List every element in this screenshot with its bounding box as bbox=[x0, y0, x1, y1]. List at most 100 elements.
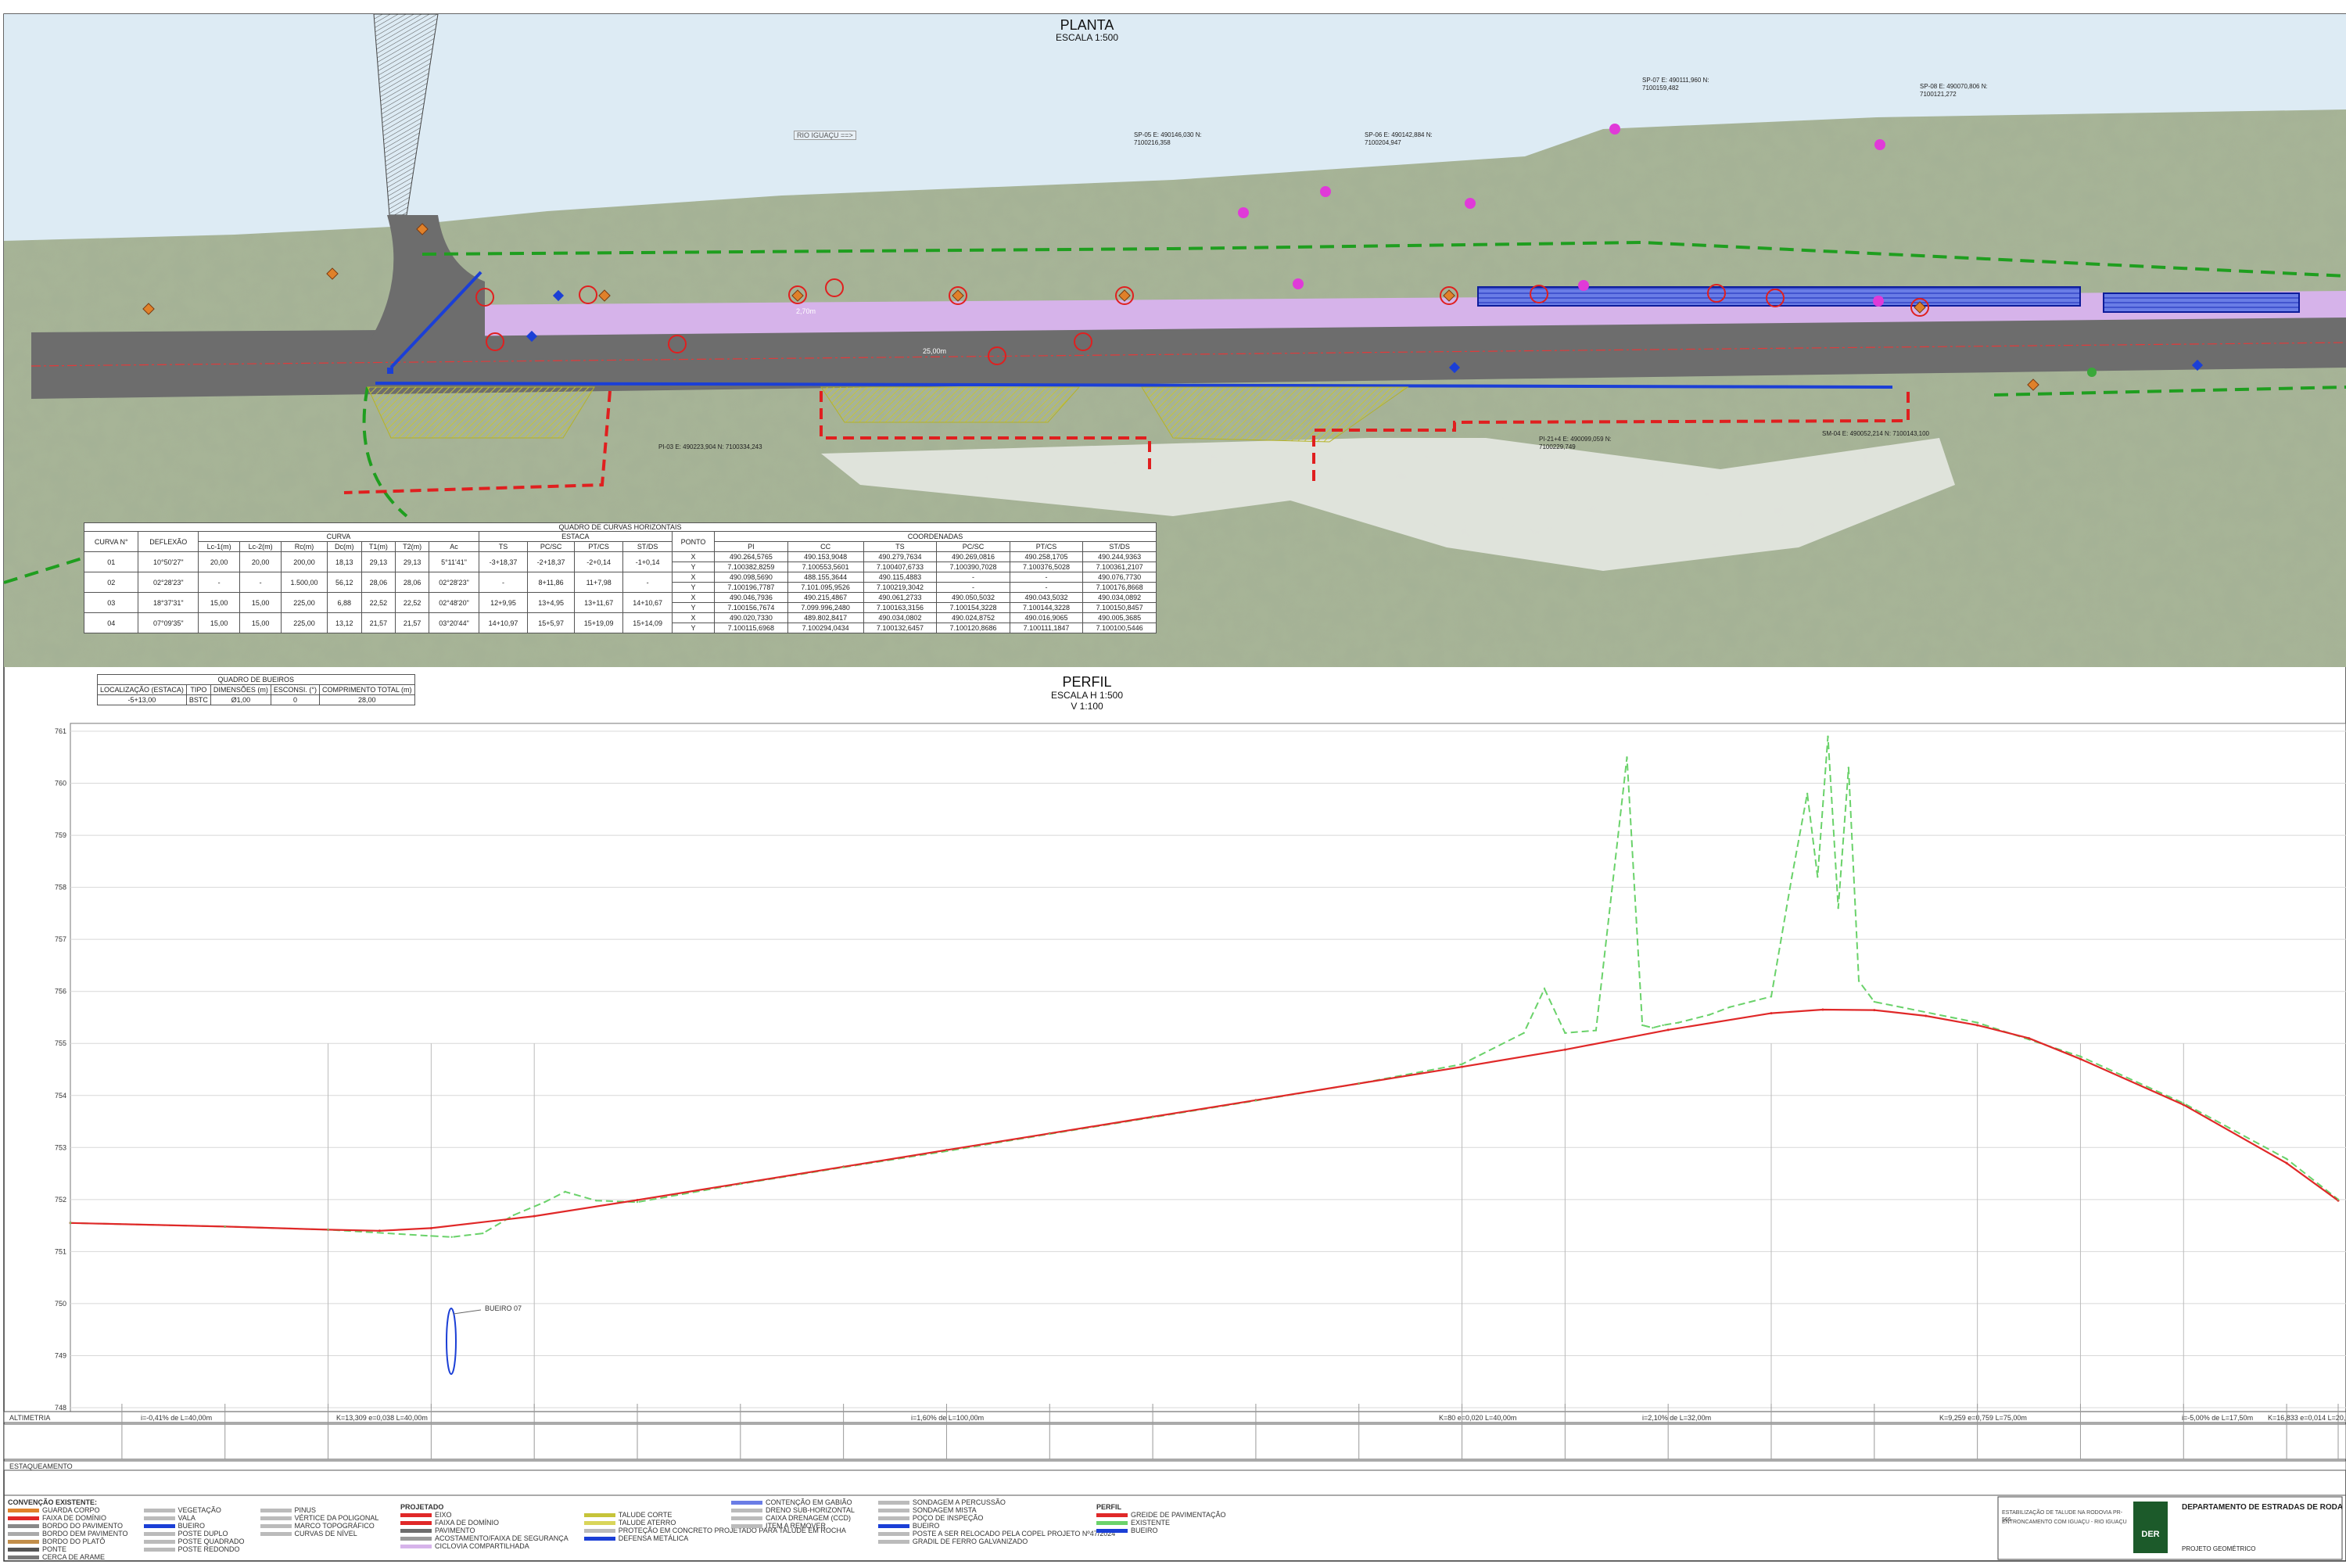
ground-point bbox=[2285, 1157, 2288, 1161]
river-label: RIO IGUAÇU ==> bbox=[794, 131, 856, 140]
altimetry-label: ALTIMETRIA bbox=[9, 1414, 50, 1422]
callout-pi21: PI-21+4 E: 490099,059 N: 7100229,749 bbox=[1539, 436, 1612, 450]
design-point bbox=[1563, 1048, 1566, 1051]
legend-label: ACOSTAMENTO/FAIXA DE SEGURANÇA bbox=[435, 1534, 569, 1542]
culv-dim: Ø1,00 bbox=[210, 694, 271, 705]
table-cell: 490.098,5690 bbox=[714, 572, 788, 583]
legend-label: SONDAGEM MISTA bbox=[912, 1506, 977, 1514]
y-tick-label: 753 bbox=[55, 1143, 66, 1151]
legend-label: POSTE DUPLO bbox=[178, 1530, 228, 1538]
legend-item: MARCO TOPOGRÁFICO bbox=[260, 1522, 379, 1530]
stake-band bbox=[3, 1423, 2346, 1460]
table-cell: 29,13 bbox=[394, 551, 430, 572]
legend-label: BUEIRO bbox=[1131, 1527, 1158, 1534]
table-cell: 03 bbox=[83, 592, 139, 613]
legend-swatch bbox=[143, 1540, 175, 1545]
legend-label: MARCO TOPOGRÁFICO bbox=[294, 1522, 375, 1530]
design-point bbox=[2028, 1037, 2031, 1040]
design-point bbox=[1461, 1065, 1464, 1068]
grade-label: i=2,10% de L=32,00m bbox=[1642, 1414, 1711, 1422]
slope-cut-2 bbox=[820, 386, 1081, 423]
profile-title: PERFIL bbox=[1062, 674, 1112, 690]
legend-item: FAIXA DE DOMÍNIO bbox=[8, 1514, 128, 1522]
table-cell: - bbox=[1009, 582, 1084, 593]
table-cell: 225,00 bbox=[281, 592, 328, 613]
profile-stake-verticals bbox=[328, 1043, 2184, 1408]
legend-item: CAIXA DRENAGEM (CCD) bbox=[731, 1514, 855, 1522]
col-header: PC/SC bbox=[527, 541, 575, 552]
legend-item: BUEIRO bbox=[143, 1522, 245, 1530]
table-cell: 490.005,3685 bbox=[1082, 612, 1157, 623]
table-cell: 04 bbox=[83, 612, 139, 633]
table-cell: 01 bbox=[83, 551, 139, 572]
ground-point bbox=[482, 1232, 484, 1235]
table-cell: 15,00 bbox=[239, 612, 282, 633]
culv-len: 28,00 bbox=[319, 694, 415, 705]
table-cell: - bbox=[198, 572, 241, 593]
design-point bbox=[1873, 1009, 1876, 1012]
table-cell: 225,00 bbox=[281, 612, 328, 633]
ground-point bbox=[327, 1229, 329, 1231]
ground-point bbox=[1049, 1132, 1051, 1136]
design-grade-line bbox=[70, 1008, 2339, 1232]
table-cell: 7.100115,6968 bbox=[714, 623, 788, 633]
legend-item: GRADIL DE FERRO GALVANIZADO bbox=[877, 1538, 1115, 1545]
table-cell: 7.100376,5028 bbox=[1009, 562, 1084, 572]
ground-point bbox=[636, 1200, 639, 1204]
table-cell: 02°48'20" bbox=[429, 592, 479, 613]
culvert-symbol bbox=[446, 1308, 457, 1375]
ground-point bbox=[1564, 1032, 1566, 1035]
table-cell: 02°28'23" bbox=[138, 572, 199, 593]
legend-swatch bbox=[260, 1524, 292, 1529]
slope-cut-1 bbox=[367, 386, 595, 439]
legend-label: PONTE bbox=[42, 1545, 67, 1553]
col-header: PC/SC bbox=[936, 541, 1010, 552]
legend-label: BORDO DEM PAVIMENTO bbox=[42, 1530, 128, 1538]
table-cell: 12+9,95 bbox=[478, 592, 529, 613]
legend-item: SONDAGEM MISTA bbox=[877, 1506, 1115, 1514]
table-cell: - bbox=[622, 572, 673, 593]
design-point bbox=[1976, 1024, 1979, 1027]
table-cell: 7.099.996,2480 bbox=[787, 602, 864, 613]
ground-point bbox=[1873, 1000, 1876, 1003]
table-cell: 56,12 bbox=[326, 572, 362, 593]
ground-point bbox=[512, 1214, 515, 1217]
profile-grid bbox=[70, 730, 2346, 1408]
legend-item: BORDO DO PLATÔ bbox=[8, 1538, 128, 1545]
legend-item: PINUS bbox=[260, 1506, 379, 1514]
table-cell: 7.100120,8686 bbox=[936, 623, 1010, 633]
col-header: PT/CS bbox=[1009, 541, 1084, 552]
culv-h-len: COMPRIMENTO TOTAL (m) bbox=[319, 684, 415, 695]
design-point bbox=[378, 1229, 381, 1233]
table-cell: 7.100407,6733 bbox=[863, 562, 938, 572]
table-cell: - bbox=[478, 572, 529, 593]
callout-sp08: SP-08 E: 490070,806 N: 7100121,272 bbox=[1920, 83, 1988, 98]
ground-point bbox=[1847, 766, 1850, 769]
profile-chart: 761 760 759 758 757 756 755 754 753 752 751 750 749 7… bbox=[3, 723, 2346, 1471]
col-header: PT/CS bbox=[573, 541, 624, 552]
table-cell: 490.076,7730 bbox=[1082, 572, 1157, 583]
legend-swatch bbox=[1096, 1521, 1128, 1526]
table-cell: 490.279,7634 bbox=[863, 551, 938, 562]
legend-swatch bbox=[8, 1524, 39, 1529]
legend-swatch bbox=[8, 1548, 39, 1552]
survey-boring-icon bbox=[1238, 207, 1249, 218]
table-cell: 7.101.095,9526 bbox=[787, 582, 864, 593]
ground-point bbox=[1358, 1082, 1360, 1085]
legend-swatch bbox=[8, 1540, 39, 1545]
legend-swatch bbox=[583, 1513, 615, 1518]
table-cell: 21,57 bbox=[361, 612, 396, 633]
table-cell: 7.100156,7674 bbox=[714, 602, 788, 613]
col-header: TS bbox=[478, 541, 529, 552]
table-cell: 200,00 bbox=[281, 551, 328, 572]
legend-label: POSTE REDONDO bbox=[178, 1545, 240, 1553]
legend-label: GRADIL DE FERRO GALVANIZADO bbox=[912, 1538, 1028, 1545]
table-cell: X bbox=[671, 572, 716, 583]
ground-point bbox=[1817, 876, 1819, 878]
table-cell: 15+5,97 bbox=[527, 612, 575, 633]
table-cell: Y bbox=[671, 582, 716, 593]
legend-existing-title: CONVENÇÃO EXISTENTE: bbox=[8, 1498, 98, 1506]
plan-title: PLANTA bbox=[1060, 17, 1114, 33]
survey-boring-icon bbox=[1320, 186, 1331, 197]
table-cell: 7.100196,7787 bbox=[714, 582, 788, 593]
